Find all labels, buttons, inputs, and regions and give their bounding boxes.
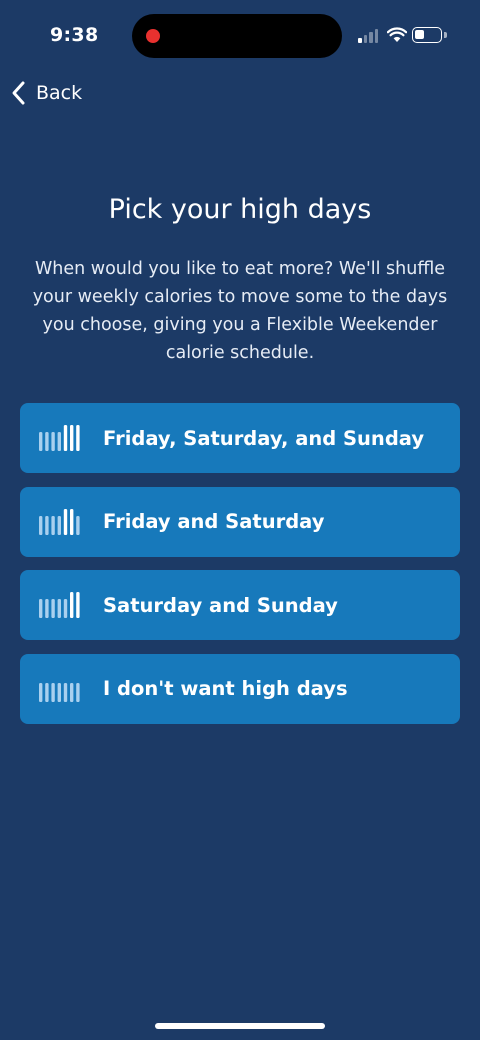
day-bar xyxy=(57,599,61,618)
day-bar xyxy=(39,515,43,535)
back-label: Back xyxy=(36,82,83,104)
day-bar xyxy=(39,599,43,618)
page-title: Pick your high days xyxy=(108,194,372,225)
day-bar xyxy=(57,515,61,535)
day-bar xyxy=(51,432,55,451)
recording-dot-icon xyxy=(146,29,160,43)
day-bar xyxy=(63,599,68,618)
home-indicator[interactable] xyxy=(155,1023,325,1029)
status-bar: 9:38 xyxy=(0,0,480,72)
day-bar xyxy=(45,599,49,618)
week-bars-icon xyxy=(39,425,80,451)
option-label: I don't want high days xyxy=(103,677,348,700)
day-bar xyxy=(63,682,68,702)
day-bar xyxy=(57,432,61,451)
day-bar xyxy=(39,432,43,451)
high-day-bar xyxy=(70,508,74,535)
high-day-bar xyxy=(63,508,68,535)
day-bar xyxy=(45,682,49,702)
option-fri-sat-sun[interactable]: Friday, Saturday, and Sunday xyxy=(20,403,460,473)
page-subtitle: When would you like to eat more? We'll s… xyxy=(32,259,448,363)
option-no-high-days[interactable]: I don't want high days xyxy=(20,653,460,724)
day-bar xyxy=(76,515,80,535)
day-bar xyxy=(45,432,49,451)
cellular-signal-icon xyxy=(358,29,380,43)
day-bar xyxy=(39,682,43,702)
week-bars-icon xyxy=(39,508,80,535)
week-bars-icon xyxy=(39,592,80,618)
high-day-bar xyxy=(63,425,68,451)
day-bar xyxy=(57,682,61,702)
option-label: Friday, Saturday, and Sunday xyxy=(103,426,425,450)
option-label: Friday and Saturday xyxy=(103,510,325,533)
option-label: Saturday and Sunday xyxy=(103,593,338,617)
high-day-bar xyxy=(76,425,80,451)
chevron-left-icon xyxy=(12,81,25,105)
day-bar xyxy=(51,682,55,702)
high-day-bar xyxy=(70,425,74,451)
status-time: 9:38 xyxy=(50,24,99,46)
high-day-bar xyxy=(70,592,74,618)
battery-tip xyxy=(444,32,447,38)
high-day-bar xyxy=(76,592,80,618)
option-fri-sat[interactable]: Friday and Saturday xyxy=(20,486,460,557)
back-button[interactable]: Back xyxy=(10,76,82,110)
day-bar xyxy=(76,682,80,702)
day-bar xyxy=(51,515,55,535)
day-bar xyxy=(45,515,49,535)
week-bars-icon xyxy=(39,682,80,702)
wifi-icon xyxy=(387,27,407,42)
option-sat-sun[interactable]: Saturday and Sunday xyxy=(20,570,460,640)
dynamic-island xyxy=(132,14,342,58)
battery-icon xyxy=(412,27,442,43)
day-bar xyxy=(70,682,74,702)
day-bar xyxy=(51,599,55,618)
options-list: Friday, Saturday, and Sunday Friday and … xyxy=(20,403,460,737)
